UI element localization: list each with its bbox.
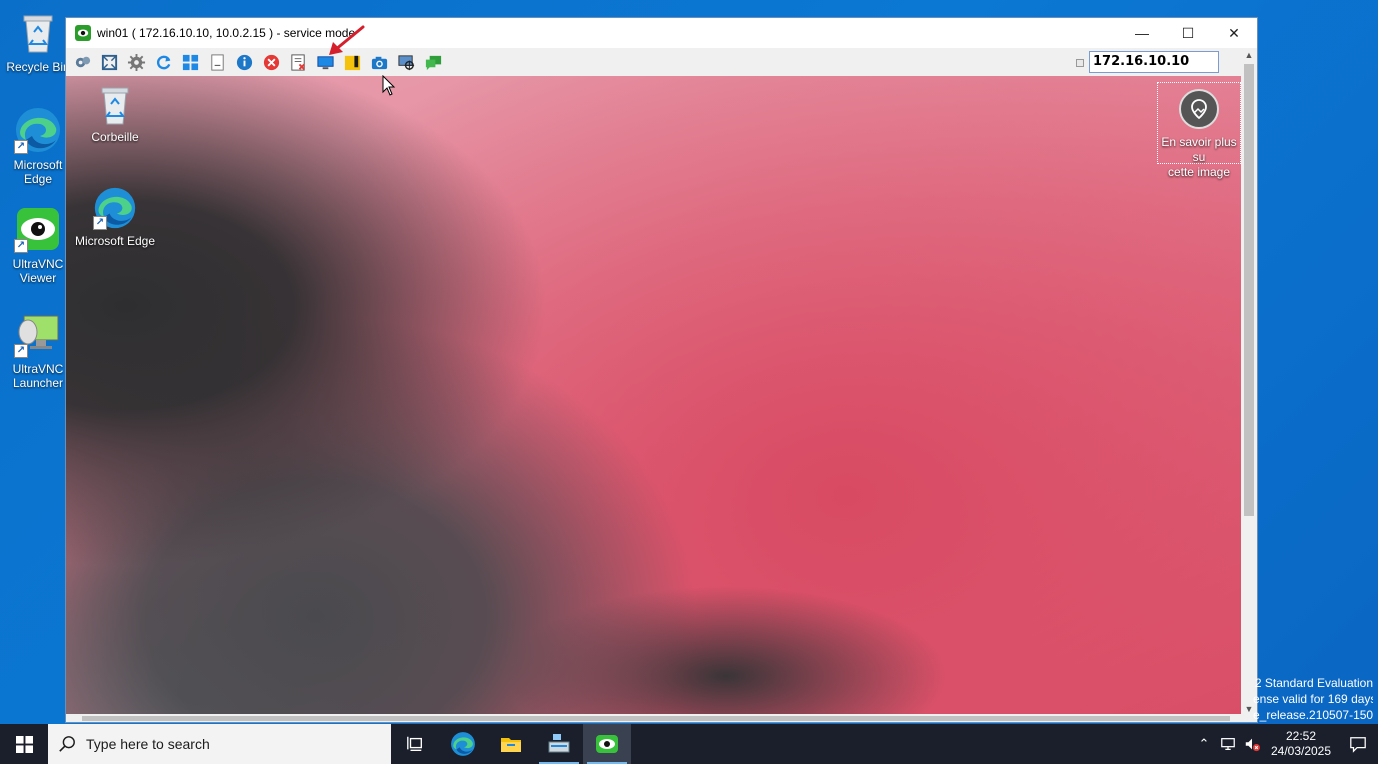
taskbar-edge[interactable] xyxy=(439,724,487,764)
taskbar-ultravnc[interactable] xyxy=(583,724,631,764)
settings-icon[interactable] xyxy=(123,50,150,74)
taskbar-file-explorer[interactable] xyxy=(487,724,535,764)
volume-muted-icon[interactable] xyxy=(1240,724,1264,764)
notification-icon xyxy=(1350,737,1366,753)
file-transfer-icon[interactable] xyxy=(285,50,312,74)
window-titlebar[interactable]: win01 ( 172.16.10.10, 10.0.2.15 ) - serv… xyxy=(66,18,1257,48)
clock-time: 22:52 xyxy=(1285,729,1317,743)
maximize-button[interactable]: ☐ xyxy=(1165,18,1211,48)
recycle-bin-icon xyxy=(93,82,137,126)
desktop-icon-edge[interactable]: ↗ Microsoft Edge xyxy=(4,106,72,186)
notification-center-button[interactable] xyxy=(1338,724,1378,764)
ultravnc-icon xyxy=(596,735,618,753)
screenshot-icon[interactable] xyxy=(366,50,393,74)
remote-icon-label: Corbeille xyxy=(91,130,139,144)
minimize-button[interactable]: — xyxy=(1119,18,1165,48)
edge-icon: ↗ xyxy=(14,106,62,154)
server-manager-icon xyxy=(548,734,570,753)
annotation-arrow-icon xyxy=(329,25,365,55)
desktop-icon-label: UltraVNC Launcher xyxy=(12,362,64,390)
remote-desktop-view[interactable]: Corbeille ↗ Microsoft Edge En savoir plu… xyxy=(66,76,1241,716)
scrollbar-thumb[interactable] xyxy=(1244,64,1254,516)
host-dropdown-handle[interactable] xyxy=(1076,59,1084,67)
learn-more-line2: cette image xyxy=(1167,165,1231,179)
ultravnc-viewer-icon: ↗ xyxy=(14,205,62,253)
vnc-toolbar: 172.16.10.10 xyxy=(66,48,1257,76)
scrollbar-thumb[interactable] xyxy=(82,716,1230,721)
search-icon xyxy=(59,736,75,752)
taskbar: Type here to search ⌃ 22:52 24/03/2025 xyxy=(0,724,1378,764)
watermark-line1: 2 Standard Evaluation xyxy=(1254,676,1373,690)
mouse-cursor-icon xyxy=(382,75,396,96)
window-title: win01 ( 172.16.10.10, 10.0.2.15 ) - serv… xyxy=(97,26,356,40)
windows-logo-icon xyxy=(15,735,33,753)
windows-start-icon[interactable] xyxy=(177,50,204,74)
info-icon[interactable] xyxy=(231,50,258,74)
task-view-button[interactable] xyxy=(391,724,439,764)
disconnect-icon[interactable] xyxy=(258,50,285,74)
desktop-icon-ultravnc-launcher[interactable]: ↗ UltraVNC Launcher xyxy=(4,310,72,390)
learn-more-line1: En savoir plus su xyxy=(1161,135,1237,164)
watermark-line3: e_release.210507-1500 xyxy=(1253,708,1373,722)
shortcut-arrow-icon: ↗ xyxy=(14,239,28,253)
desktop-icon-ultravnc-viewer[interactable]: ↗ UltraVNC Viewer xyxy=(4,205,72,285)
select-window-icon[interactable] xyxy=(393,50,420,74)
camera-pin-icon xyxy=(1179,89,1219,129)
vertical-scrollbar[interactable]: ▲ ▼ xyxy=(1241,48,1257,716)
options-icon[interactable] xyxy=(69,50,96,74)
remote-desktop-icon-recycle-bin[interactable]: Corbeille xyxy=(70,82,160,145)
evaluation-watermark: 2 Standard Evaluation ense valid for 169… xyxy=(1253,675,1373,723)
recycle-bin-icon xyxy=(14,8,62,56)
desktop-icon-label: Recycle Bin xyxy=(6,60,70,74)
remote-desktop-icon-edge[interactable]: ↗ Microsoft Edge xyxy=(70,186,160,249)
ultravnc-launcher-icon: ↗ xyxy=(14,310,62,358)
fullscreen-icon[interactable] xyxy=(96,50,123,74)
search-placeholder: Type here to search xyxy=(86,736,210,752)
ultravnc-icon xyxy=(75,25,91,41)
file-explorer-icon xyxy=(501,738,521,752)
refresh-icon[interactable] xyxy=(150,50,177,74)
learn-about-image-widget[interactable]: En savoir plus su cette image xyxy=(1157,82,1241,179)
desktop-icon-recycle-bin[interactable]: Recycle Bin xyxy=(4,8,72,74)
taskbar-server-manager[interactable] xyxy=(535,724,583,764)
remote-icon-label: Microsoft Edge xyxy=(74,234,156,248)
taskbar-search-box[interactable]: Type here to search xyxy=(48,724,391,764)
shortcut-arrow-icon: ↗ xyxy=(93,216,107,230)
start-button[interactable] xyxy=(0,724,48,764)
edge-icon: ↗ xyxy=(93,186,137,230)
desktop-icon-label: UltraVNC Viewer xyxy=(12,257,64,285)
desktop-icon-label: Microsoft Edge xyxy=(13,158,63,186)
watermark-line2: ense valid for 169 days xyxy=(1253,692,1373,706)
clock-date: 24/03/2025 xyxy=(1270,744,1332,758)
network-icon[interactable] xyxy=(1216,724,1240,764)
system-tray: ⌃ 22:52 24/03/2025 xyxy=(1192,724,1378,764)
chevron-up-icon[interactable]: ⌃ xyxy=(1192,724,1216,764)
vnc-viewer-window[interactable]: win01 ( 172.16.10.10, 10.0.2.15 ) - serv… xyxy=(65,17,1258,723)
chat-icon[interactable] xyxy=(420,50,447,74)
task-view-icon xyxy=(407,736,422,751)
close-button[interactable]: ✕ xyxy=(1211,18,1257,48)
edge-icon xyxy=(451,732,475,756)
scroll-up-icon[interactable]: ▲ xyxy=(1241,50,1257,60)
horizontal-scrollbar[interactable] xyxy=(66,714,1257,722)
shortcut-arrow-icon: ↗ xyxy=(14,140,28,154)
system-clock[interactable]: 22:52 24/03/2025 xyxy=(1264,729,1338,759)
host-address-field[interactable]: 172.16.10.10 xyxy=(1089,51,1219,73)
ctrl-alt-del-icon[interactable] xyxy=(204,50,231,74)
shortcut-arrow-icon: ↗ xyxy=(14,344,28,358)
